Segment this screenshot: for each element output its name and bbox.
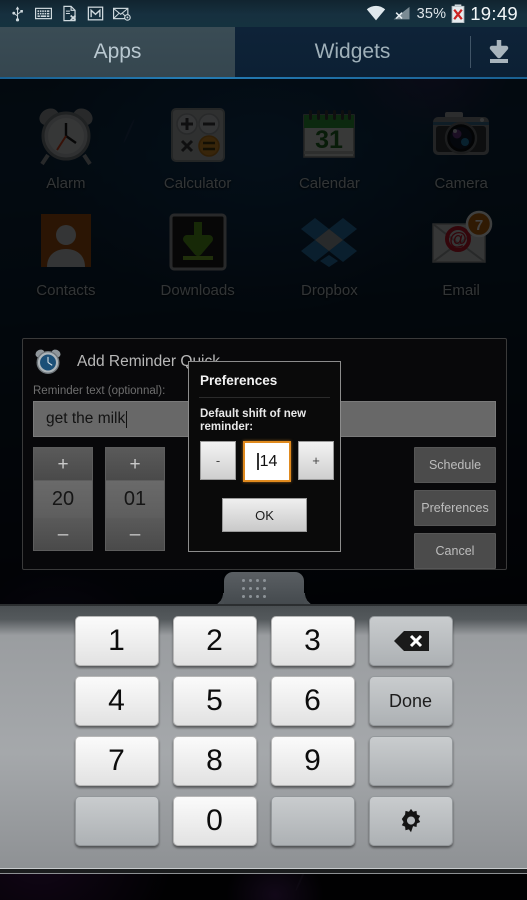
key-6[interactable]: 6 bbox=[270, 676, 355, 726]
keyboard-row: 7 8 9 bbox=[0, 726, 527, 786]
backspace-icon bbox=[393, 631, 429, 651]
status-bar-system-icons: 35% 19:49 bbox=[365, 3, 527, 25]
preferences-dialog: Preferences Default shift of new reminde… bbox=[188, 361, 341, 552]
minutes-increment-button[interactable]: + bbox=[105, 447, 165, 481]
drag-handle-dots-icon bbox=[242, 579, 270, 603]
battery-error-icon bbox=[451, 4, 465, 23]
key-settings[interactable] bbox=[368, 796, 453, 846]
preferences-title: Preferences bbox=[200, 373, 278, 388]
gmail-icon bbox=[87, 6, 104, 21]
status-bar[interactable]: 35% 19:49 bbox=[0, 0, 527, 27]
ok-button[interactable]: OK bbox=[222, 498, 307, 532]
minutes-decrement-button[interactable]: – bbox=[105, 517, 165, 551]
key-5[interactable]: 5 bbox=[172, 676, 257, 726]
key-8[interactable]: 8 bbox=[172, 736, 257, 786]
default-shift-label: Default shift of new reminder: bbox=[200, 408, 307, 433]
key-blank[interactable] bbox=[270, 796, 355, 846]
shift-value-input[interactable]: 14 bbox=[243, 441, 291, 482]
usb-icon bbox=[12, 6, 23, 22]
wifi-icon bbox=[366, 5, 385, 21]
dialog-action-buttons: Schedule Preferences Cancel bbox=[414, 447, 496, 569]
gear-icon bbox=[401, 808, 420, 833]
battery-percent-label: 35% bbox=[416, 5, 447, 22]
keyboard-row: 0 bbox=[0, 786, 527, 846]
status-bar-notification-icons bbox=[0, 4, 131, 23]
key-3[interactable]: 3 bbox=[270, 616, 355, 666]
clock-label: 19:49 bbox=[470, 2, 518, 24]
preferences-button[interactable]: Preferences bbox=[414, 490, 496, 526]
mail-sync-icon bbox=[112, 7, 131, 21]
key-7[interactable]: 7 bbox=[74, 736, 159, 786]
cancel-button[interactable]: Cancel bbox=[414, 533, 496, 569]
keyboard-bottom-edge bbox=[0, 868, 527, 873]
tab-widgets-label: Widgets bbox=[314, 40, 391, 63]
shift-decrement-button[interactable]: - bbox=[200, 441, 236, 480]
tabbar-actions bbox=[470, 27, 527, 77]
text-caret bbox=[256, 453, 259, 470]
key-4[interactable]: 4 bbox=[74, 676, 159, 726]
keyboard-row: 4 5 6 Done bbox=[0, 666, 527, 726]
tabbar-divider bbox=[470, 36, 471, 68]
keyboard-row: 1 2 3 bbox=[0, 606, 527, 666]
tab-apps[interactable]: Apps bbox=[0, 27, 235, 77]
android-screen: 35% 19:49 Apps Widgets Add Reminder Quic… bbox=[0, 0, 527, 900]
schedule-button[interactable]: Schedule bbox=[414, 447, 496, 483]
tab-indicator bbox=[0, 77, 527, 79]
hours-decrement-button[interactable]: – bbox=[33, 517, 93, 551]
download-icon[interactable] bbox=[485, 37, 513, 67]
key-9[interactable]: 9 bbox=[270, 736, 355, 786]
keyboard-icon bbox=[34, 7, 53, 20]
text-caret bbox=[126, 410, 128, 428]
shift-increment-button[interactable]: + bbox=[298, 441, 334, 480]
hours-increment-button[interactable]: + bbox=[33, 447, 93, 481]
minutes-stepper: + 01 – bbox=[105, 447, 165, 569]
key-0[interactable]: 0 bbox=[172, 796, 257, 846]
hours-stepper: + 20 – bbox=[33, 447, 93, 569]
hours-value[interactable]: 20 bbox=[33, 481, 93, 517]
key-done[interactable]: Done bbox=[368, 676, 453, 726]
key-blank[interactable] bbox=[368, 736, 453, 786]
tab-widgets[interactable]: Widgets bbox=[235, 27, 470, 77]
key-2[interactable]: 2 bbox=[172, 616, 257, 666]
shift-value: 14 bbox=[259, 452, 278, 470]
alarm-clock-icon bbox=[35, 349, 61, 374]
reminder-text-value: get the milk bbox=[46, 410, 126, 427]
file-error-icon bbox=[63, 5, 77, 22]
keyboard-drag-handle[interactable] bbox=[210, 572, 318, 607]
default-shift-stepper: - 14 + bbox=[189, 434, 340, 482]
key-blank[interactable] bbox=[74, 796, 159, 846]
minutes-value[interactable]: 01 bbox=[105, 481, 165, 517]
key-backspace[interactable] bbox=[368, 616, 453, 666]
numeric-keyboard: 1 2 3 4 5 6 Done 7 8 9 0 bbox=[0, 604, 527, 874]
signal-no-service-icon bbox=[393, 6, 410, 20]
tab-apps-label: Apps bbox=[93, 40, 142, 63]
app-drawer-tabbar: Apps Widgets bbox=[0, 27, 527, 77]
key-1[interactable]: 1 bbox=[74, 616, 159, 666]
